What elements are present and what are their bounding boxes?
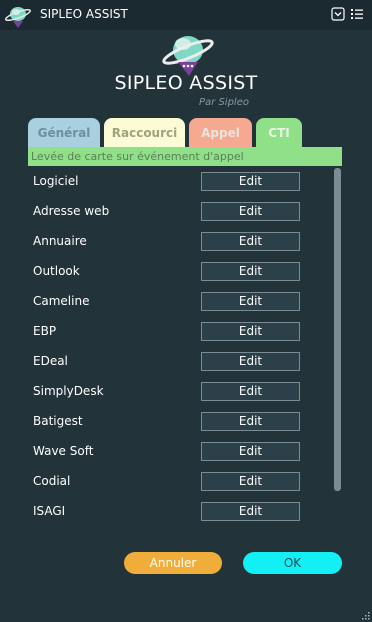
sipleo-logo-icon: [4, 7, 32, 28]
edit-button-outlook[interactable]: Edit: [201, 262, 300, 281]
resize-grip-icon[interactable]: [360, 610, 370, 620]
tab-cti[interactable]: CTI: [256, 118, 302, 148]
edit-button-batigest[interactable]: Edit: [201, 412, 300, 431]
title-bar: SIPLEO ASSIST: [0, 0, 372, 30]
row-label-outlook: Outlook: [33, 264, 80, 278]
row-label-batigest: Batigest: [33, 414, 83, 428]
ok-button[interactable]: OK: [243, 552, 342, 574]
window-title: SIPLEO ASSIST: [40, 7, 128, 21]
sipleo-planet-logo-icon: [162, 36, 214, 76]
edit-button-annuaire[interactable]: Edit: [201, 232, 300, 251]
edit-button-wave-soft[interactable]: Edit: [201, 442, 300, 461]
edit-button-isagi[interactable]: Edit: [201, 502, 300, 521]
edit-button-cameline[interactable]: Edit: [201, 292, 300, 311]
edit-button-adresse-web[interactable]: Edit: [201, 202, 300, 221]
row-label-wave-soft: Wave Soft: [33, 444, 94, 458]
tab-raccourci[interactable]: Raccourci: [104, 118, 185, 148]
row-label-adresse-web: Adresse web: [33, 204, 110, 218]
row-label-simplydesk: SimplyDesk: [33, 384, 104, 398]
vertical-scrollbar[interactable]: [334, 168, 341, 491]
edit-button-codial[interactable]: Edit: [201, 472, 300, 491]
menu-list-icon[interactable]: [350, 7, 364, 21]
edit-button-simplydesk[interactable]: Edit: [201, 382, 300, 401]
row-label-codial: Codial: [33, 474, 71, 488]
row-label-edeal: EDeal: [33, 354, 68, 368]
row-label-ebp: EBP: [33, 324, 57, 338]
edit-button-ebp[interactable]: Edit: [201, 322, 300, 341]
cancel-button[interactable]: Annuler: [124, 552, 222, 574]
app-name: SIPLEO ASSIST: [114, 72, 258, 94]
app-subtitle: Par Sipleo: [199, 97, 249, 108]
edit-button-logiciel[interactable]: Edit: [201, 172, 300, 191]
tab-general[interactable]: Général: [28, 118, 100, 148]
row-label-isagi: ISAGI: [33, 504, 66, 518]
edit-button-edeal[interactable]: Edit: [201, 352, 300, 371]
row-label-annuaire: Annuaire: [33, 234, 87, 248]
row-label-cameline: Cameline: [33, 294, 90, 308]
chevron-down-icon[interactable]: [331, 7, 345, 21]
tab-appel[interactable]: Appel: [189, 118, 252, 148]
section-banner: Levée de carte sur événement d'appel: [28, 147, 342, 166]
row-label-logiciel: Logiciel: [33, 174, 79, 188]
